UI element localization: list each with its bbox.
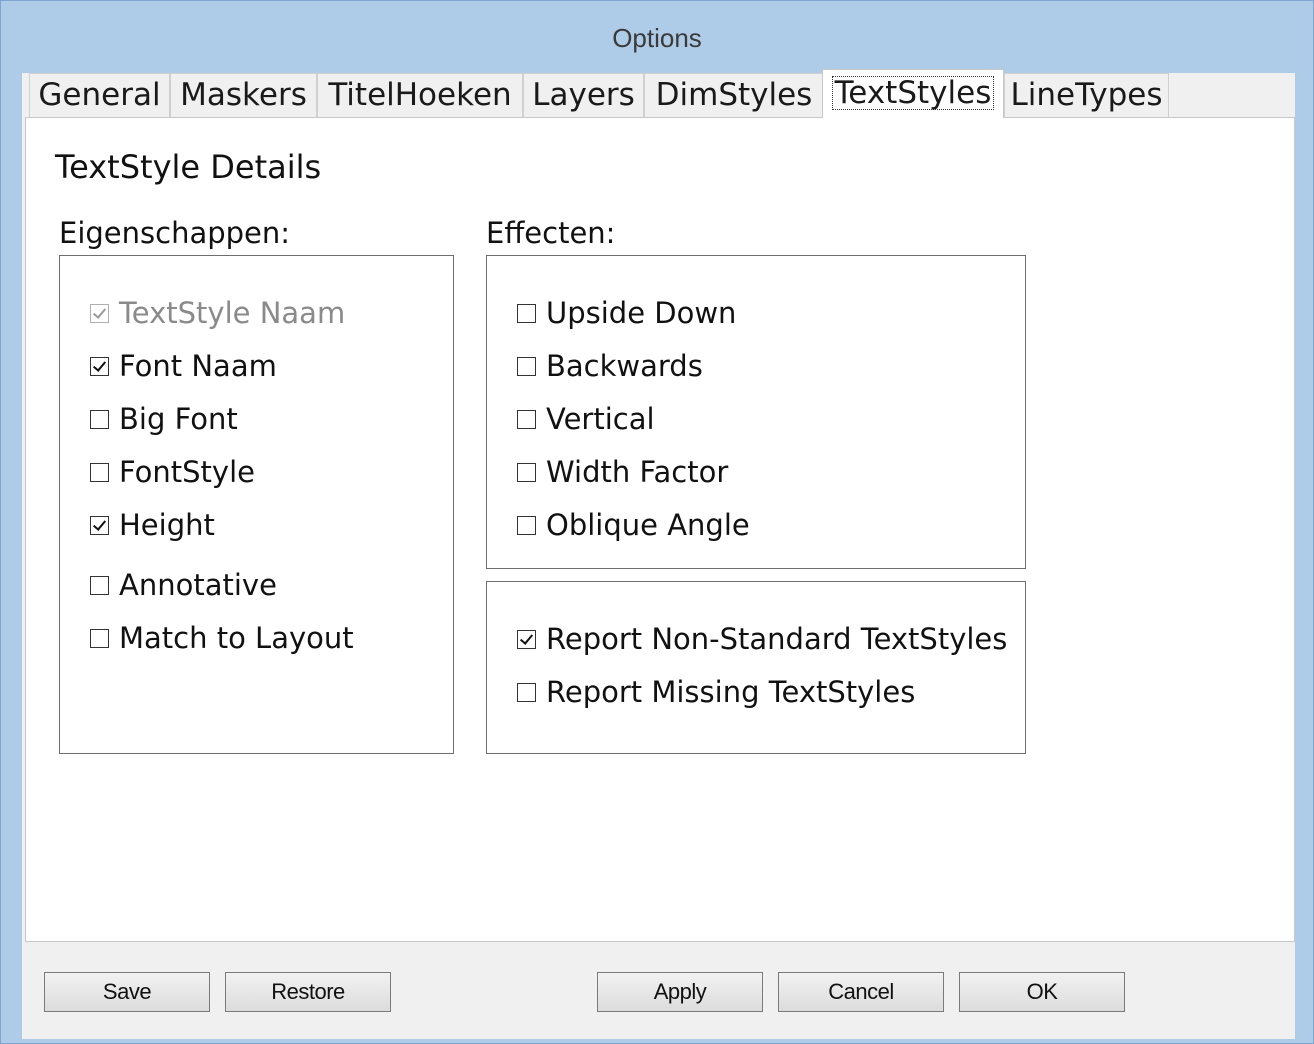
checkbox-upside-down[interactable]: Upside Down bbox=[517, 296, 736, 330]
properties-group: TextStyle Naam Font Naam Big Font FontSt… bbox=[59, 255, 454, 754]
button-bar: Save Restore Apply Cancel OK bbox=[22, 942, 1295, 1039]
checkbox-box bbox=[90, 515, 109, 535]
checkbox-box bbox=[517, 409, 536, 429]
checkbox-box bbox=[90, 303, 109, 323]
checkbox-box bbox=[517, 515, 536, 535]
tab-layers[interactable]: Layers bbox=[523, 73, 644, 117]
tab-maskers[interactable]: Maskers bbox=[170, 73, 317, 117]
checkbox-label: Height bbox=[119, 508, 215, 542]
effects-group: Upside Down Backwards Vertical Width Fac… bbox=[486, 255, 1026, 569]
tab-general[interactable]: General bbox=[29, 73, 170, 117]
textstyles-panel: TextStyle Details Eigenschappen: TextSty… bbox=[25, 117, 1295, 942]
checkbox-box bbox=[90, 575, 109, 595]
checkbox-label: Vertical bbox=[546, 402, 655, 436]
checkbox-report-missing[interactable]: Report Missing TextStyles bbox=[517, 675, 915, 709]
save-button[interactable]: Save bbox=[44, 972, 210, 1012]
checkbox-width-factor[interactable]: Width Factor bbox=[517, 455, 728, 489]
checkbox-annotative[interactable]: Annotative bbox=[90, 568, 277, 602]
options-window: Options General Maskers TitelHoeken Laye… bbox=[0, 0, 1314, 1044]
panel-heading: TextStyle Details bbox=[55, 148, 322, 186]
dialog-client-area: General Maskers TitelHoeken Layers DimSt… bbox=[22, 69, 1295, 1039]
checkbox-big-font[interactable]: Big Font bbox=[90, 402, 238, 436]
checkbox-oblique-angle[interactable]: Oblique Angle bbox=[517, 508, 750, 542]
tab-linetypes[interactable]: LineTypes bbox=[1004, 73, 1169, 117]
checkbox-label: Big Font bbox=[119, 402, 238, 436]
ok-button[interactable]: OK bbox=[959, 972, 1125, 1012]
checkbox-fontstyle[interactable]: FontStyle bbox=[90, 455, 255, 489]
checkbox-box bbox=[90, 409, 109, 429]
checkbox-label: Font Naam bbox=[119, 349, 277, 383]
checkbox-height[interactable]: Height bbox=[90, 508, 215, 542]
window-title: Options bbox=[612, 23, 702, 53]
checkbox-box bbox=[517, 629, 536, 649]
checkbox-label: Width Factor bbox=[546, 455, 729, 489]
restore-button[interactable]: Restore bbox=[225, 972, 391, 1012]
checkbox-label: Backwards bbox=[546, 349, 703, 383]
properties-label: Eigenschappen: bbox=[59, 216, 291, 250]
checkbox-label: Oblique Angle bbox=[546, 508, 750, 542]
apply-button[interactable]: Apply bbox=[597, 972, 763, 1012]
checkbox-vertical[interactable]: Vertical bbox=[517, 402, 655, 436]
checkbox-font-naam[interactable]: Font Naam bbox=[90, 349, 277, 383]
report-group: Report Non-Standard TextStyles Report Mi… bbox=[486, 581, 1026, 754]
checkbox-report-non-standard[interactable]: Report Non-Standard TextStyles bbox=[517, 622, 1007, 656]
effects-label: Effecten: bbox=[486, 216, 616, 250]
checkbox-box bbox=[90, 356, 109, 376]
cancel-button[interactable]: Cancel bbox=[778, 972, 944, 1012]
checkbox-box bbox=[517, 356, 536, 376]
checkbox-box bbox=[517, 682, 536, 702]
checkbox-label: Report Non-Standard TextStyles bbox=[546, 622, 1008, 656]
tab-textstyles[interactable]: TextStyles bbox=[822, 69, 1004, 118]
checkbox-box bbox=[517, 303, 536, 323]
checkbox-backwards[interactable]: Backwards bbox=[517, 349, 703, 383]
checkbox-label: FontStyle bbox=[119, 455, 255, 489]
checkbox-box bbox=[90, 462, 109, 482]
checkbox-label: Match to Layout bbox=[119, 621, 354, 655]
checkbox-label: TextStyle Naam bbox=[119, 296, 346, 330]
checkbox-label: Annotative bbox=[119, 568, 277, 602]
checkbox-label: Report Missing TextStyles bbox=[546, 675, 916, 709]
tab-titelhoeken[interactable]: TitelHoeken bbox=[317, 73, 523, 117]
checkbox-label: Upside Down bbox=[546, 296, 737, 330]
checkbox-textstyle-naam[interactable]: TextStyle Naam bbox=[90, 296, 345, 330]
checkbox-box bbox=[90, 628, 109, 648]
tab-dimstyles[interactable]: DimStyles bbox=[644, 73, 824, 117]
checkbox-match-to-layout[interactable]: Match to Layout bbox=[90, 621, 354, 655]
checkbox-box bbox=[517, 462, 536, 482]
